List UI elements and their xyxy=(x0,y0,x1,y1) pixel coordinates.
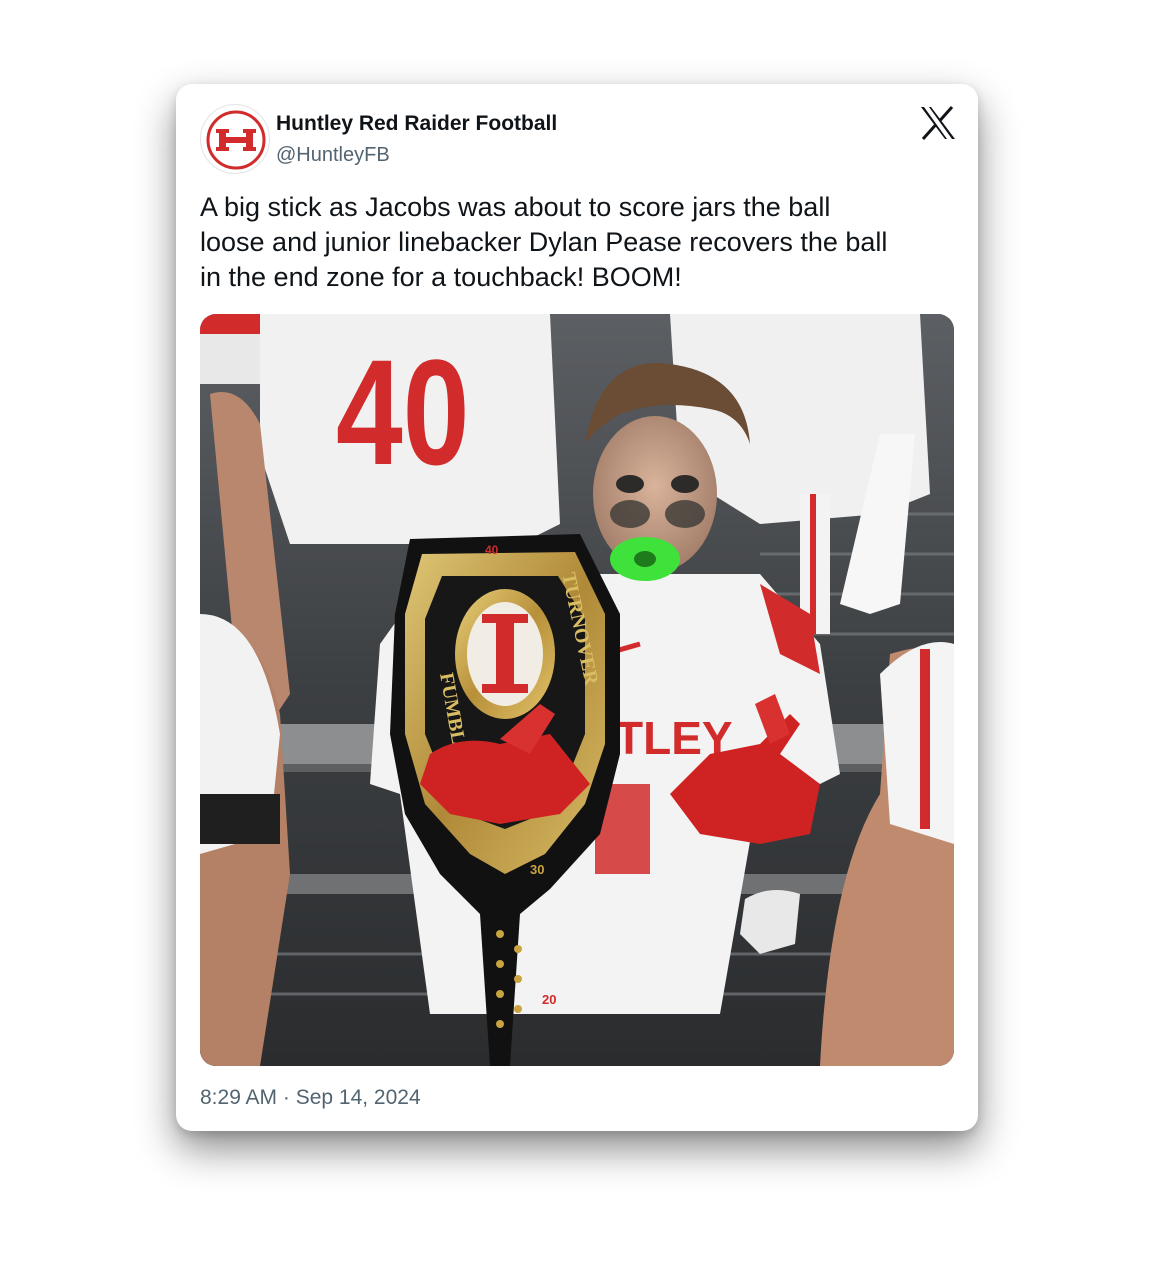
tweet-text: A big stick as Jacobs was about to score… xyxy=(200,192,888,292)
tweet-header: Huntley Red Raider Football @HuntleyFB xyxy=(200,104,956,174)
belt-number-30: 30 xyxy=(530,862,544,877)
x-logo-icon[interactable] xyxy=(920,106,956,140)
belt-number-40: 40 xyxy=(485,543,499,557)
jersey-number-40: 40 xyxy=(336,328,469,496)
author-handle[interactable]: @HuntleyFB xyxy=(276,144,390,167)
tweet-card: Huntley Red Raider Football @HuntleyFB A… xyxy=(176,84,978,1131)
huntley-h-logo-icon xyxy=(206,110,266,170)
author-name[interactable]: Huntley Red Raider Football xyxy=(276,112,557,136)
tweet-timestamp[interactable]: 8:29 AM · Sep 14, 2024 xyxy=(200,1086,421,1110)
avatar[interactable] xyxy=(200,104,270,174)
belt-number-20: 20 xyxy=(542,992,556,1007)
tweet-photo[interactable]: 40 TLEY FUMBLE|INT TURNOVER 40 30 20 xyxy=(200,314,954,1066)
